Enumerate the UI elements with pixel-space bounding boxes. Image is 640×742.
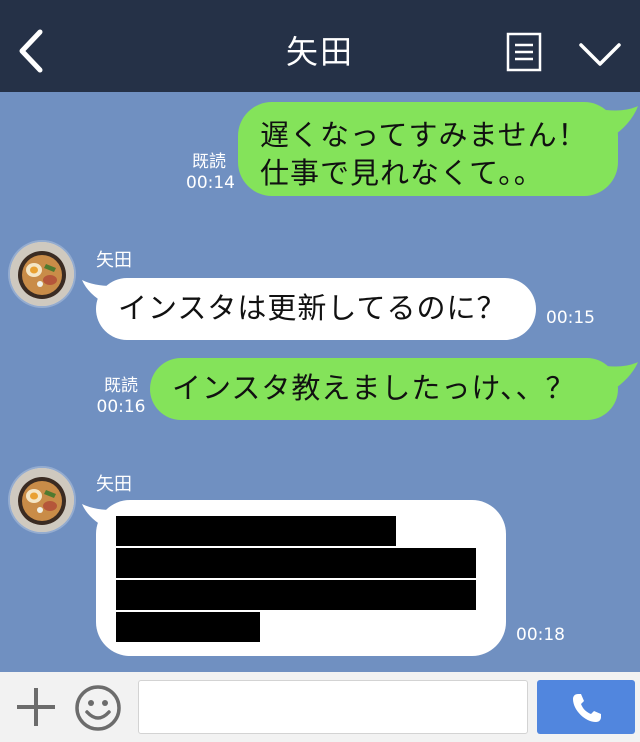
message-text: インスタ教えましたっけ、、？ [172,371,576,405]
message-time: 00:14 [186,173,235,193]
bubble-tail [606,106,638,134]
smiley-icon [75,685,121,731]
call-button[interactable] [537,680,635,734]
message-line: 遅くなってすみません！ [260,118,588,152]
avatar[interactable] [10,242,74,306]
message-time: 00:16 [96,397,146,417]
chat-area[interactable]: 既読 00:14 遅くなってすみません！ 仕事で見れなくて。。 矢田 インスタは… [0,92,640,672]
menu-icon [506,32,542,72]
message-line: 仕事で見れなくて。。 [260,156,544,190]
read-status: 既読 00:16 [96,376,146,418]
chevron-down-icon [579,43,621,66]
menu-button[interactable] [506,32,542,72]
redaction-bar [116,580,476,610]
emoji-button[interactable] [74,684,122,732]
read-label: 既読 [192,152,226,172]
chat-header: 矢田 [0,0,640,92]
sender-name: 矢田 [96,250,132,271]
sender-name: 矢田 [96,474,132,495]
bubble-tail [606,362,638,388]
their-message-bubble[interactable]: インスタは更新してるのに？ [96,278,536,340]
message-text: インスタは更新してるのに？ [118,291,507,325]
phone-icon [573,694,601,722]
redaction-bar [116,548,476,578]
add-button[interactable] [14,684,58,730]
message-input[interactable] [138,680,528,734]
ramen-avatar-icon [10,468,74,532]
ramen-avatar-icon [10,242,74,306]
input-bar [0,672,640,742]
chat-title: 矢田 [285,33,354,71]
message-time: 00:15 [546,308,595,328]
redaction-bar [116,516,396,546]
read-status: 既読 00:14 [186,152,235,194]
message-time: 00:18 [516,625,565,645]
redaction-bar [116,612,260,642]
avatar[interactable] [10,468,74,532]
my-message-bubble[interactable]: 遅くなってすみません！ 仕事で見れなくて。。 [238,102,618,196]
read-label: 既読 [104,376,138,396]
plus-icon [17,688,55,726]
their-message-bubble[interactable] [96,500,506,656]
my-message-bubble[interactable]: インスタ教えましたっけ、、？ [150,358,618,420]
collapse-button[interactable] [578,40,622,70]
